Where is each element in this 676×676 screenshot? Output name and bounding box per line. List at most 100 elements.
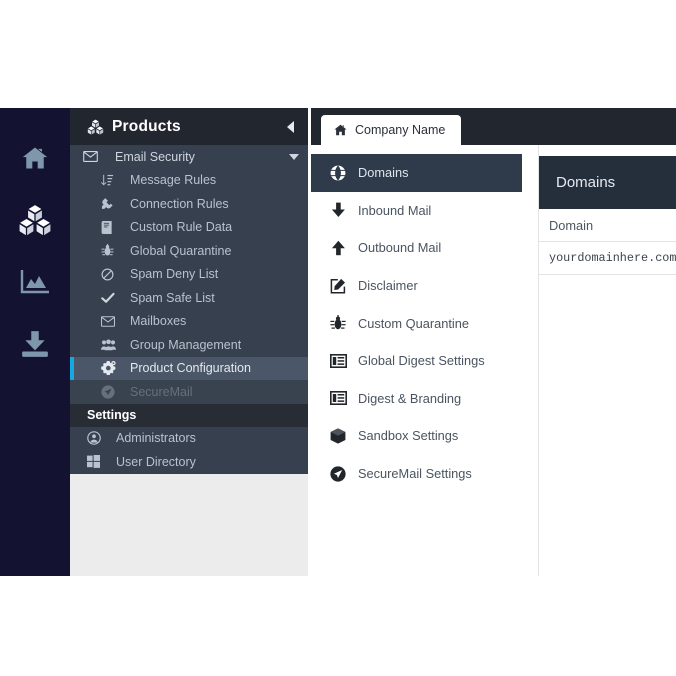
windows-icon [87, 455, 109, 469]
box-icon [327, 428, 349, 444]
check-icon [101, 292, 123, 304]
sidebar-item-label: Message Rules [130, 173, 217, 188]
products-panel: Products Email Security Message Rules Co… [70, 108, 308, 576]
sidebar-item-global-quarantine[interactable]: Global Quarantine [70, 239, 308, 263]
sidebar-item-mailboxes[interactable]: Mailboxes [70, 309, 308, 333]
sidebar-item-label: Mailboxes [130, 314, 187, 329]
sidebar-item-label: Spam Safe List [130, 290, 215, 305]
sidebar-item-connection-rules[interactable]: Connection Rules [70, 192, 308, 216]
sidebar-item-label: Custom Rule Data [130, 220, 233, 235]
sidebar-item-user-directory[interactable]: User Directory [70, 450, 308, 474]
sidebar-section-settings: Settings [70, 403, 308, 427]
cell-domain: yourdomainhere.com [549, 251, 676, 265]
users-icon [101, 339, 123, 351]
envelope-icon [101, 316, 123, 327]
rail-item-products[interactable] [0, 198, 70, 242]
user-circle-icon [87, 431, 109, 446]
sidebar-item-label: Global Quarantine [130, 243, 232, 258]
menu-item-sandbox-settings[interactable]: Sandbox Settings [311, 417, 539, 455]
chevron-down-icon[interactable] [289, 153, 299, 160]
book-icon [101, 220, 123, 234]
menu-item-label: Disclaimer [358, 278, 418, 294]
menu-item-securemail-settings[interactable]: SecureMail Settings [311, 455, 539, 493]
menu-item-outbound-mail[interactable]: Outbound Mail [311, 229, 539, 267]
sidebar-item-label: Product Configuration [130, 361, 251, 376]
sidebar-item-product-configuration[interactable]: Product Configuration [70, 356, 308, 380]
menu-item-inbound-mail[interactable]: Inbound Mail [311, 192, 539, 230]
bug-icon [101, 244, 123, 257]
detail-panel-header: Domains [539, 156, 676, 209]
products-panel-filler [70, 473, 308, 576]
menu-item-label: SecureMail Settings [358, 466, 472, 482]
tab-company-name[interactable]: Company Name [321, 115, 462, 145]
sidebar-item-label: Group Management [130, 337, 242, 352]
detail-panel-title: Domains [556, 174, 616, 191]
chart-icon [19, 268, 51, 296]
plug-icon [101, 197, 123, 210]
products-nav-list: Email Security Message Rules Connection … [70, 145, 308, 474]
products-icon [87, 119, 104, 135]
paper-plane-icon [101, 385, 123, 399]
sidebar-item-message-rules[interactable]: Message Rules [70, 168, 308, 192]
app-root: Products Email Security Message Rules Co… [0, 108, 676, 576]
tab-bar: Company Name [311, 108, 676, 145]
products-panel-header: Products [70, 108, 308, 145]
rail-item-home[interactable] [0, 136, 70, 180]
menu-item-custom-quarantine[interactable]: Custom Quarantine [311, 304, 539, 342]
menu-item-label: Global Digest Settings [358, 353, 485, 369]
icon-rail [0, 108, 70, 576]
rail-item-reports[interactable] [0, 260, 70, 304]
home-icon [20, 144, 50, 172]
menu-item-global-digest-settings[interactable]: Global Digest Settings [311, 342, 539, 380]
sidebar-item-securemail[interactable]: SecureMail [70, 380, 308, 404]
sidebar-item-group-management[interactable]: Group Management [70, 333, 308, 357]
nav-group-email-security[interactable]: Email Security [70, 145, 308, 169]
sidebar-item-spam-safe-list[interactable]: Spam Safe List [70, 286, 308, 310]
column-header-domain: Domain [549, 217, 594, 233]
sort-list-icon [101, 174, 123, 187]
menu-item-label: Outbound Mail [358, 240, 442, 256]
sidebar-item-custom-rule-data[interactable]: Custom Rule Data [70, 215, 308, 239]
ban-icon [101, 268, 123, 281]
arrow-down-icon [327, 202, 349, 218]
sidebar-item-spam-deny-list[interactable]: Spam Deny List [70, 262, 308, 286]
sidebar-item-label: Spam Deny List [130, 267, 219, 282]
sidebar-item-label: SecureMail [130, 384, 193, 399]
menu-item-digest-and-branding[interactable]: Digest & Branding [311, 380, 539, 418]
collapse-panel-button[interactable] [287, 120, 294, 133]
globe-icon [327, 165, 349, 181]
settings-menu: Domains Inbound Mail Outbound Mail Discl… [311, 145, 539, 576]
bug-icon [327, 315, 349, 331]
list-panel-icon [327, 353, 349, 368]
list-panel-icon [327, 391, 349, 406]
sidebar-item-label: User Directory [116, 454, 196, 469]
menu-item-disclaimer[interactable]: Disclaimer [311, 267, 539, 305]
tab-label: Company Name [355, 123, 446, 137]
menu-item-label: Domains [358, 165, 409, 181]
sidebar-section-label: Settings [87, 408, 137, 422]
domains-table: Domain yourdomainhere.com [539, 209, 676, 275]
menu-item-label: Sandbox Settings [358, 428, 459, 444]
nav-group-label: Email Security [115, 149, 195, 164]
arrow-up-icon [327, 240, 349, 256]
rail-item-downloads[interactable] [0, 322, 70, 366]
sidebar-item-administrators[interactable]: Administrators [70, 426, 308, 450]
home-icon [333, 123, 348, 137]
paper-plane-icon [327, 465, 349, 482]
sidebar-item-label: Connection Rules [130, 196, 229, 211]
products-icon [18, 204, 52, 236]
products-panel-title: Products [112, 117, 181, 135]
envelope-icon [83, 151, 107, 163]
main-area: Company Name Domains Inbound Mail Outbou… [311, 108, 676, 576]
menu-item-label: Digest & Branding [358, 390, 462, 406]
table-header-row: Domain [539, 209, 676, 242]
download-icon [20, 330, 50, 358]
content-body: Domains Inbound Mail Outbound Mail Discl… [311, 145, 676, 576]
menu-item-domains[interactable]: Domains [311, 154, 522, 192]
menu-item-label: Inbound Mail [358, 202, 432, 218]
sidebar-item-label: Administrators [116, 431, 196, 446]
edit-square-icon [327, 278, 349, 294]
table-row[interactable]: yourdomainhere.com [539, 242, 676, 275]
gears-icon [101, 361, 123, 376]
detail-panel: Domains Domain yourdomainhere.com [539, 145, 676, 576]
